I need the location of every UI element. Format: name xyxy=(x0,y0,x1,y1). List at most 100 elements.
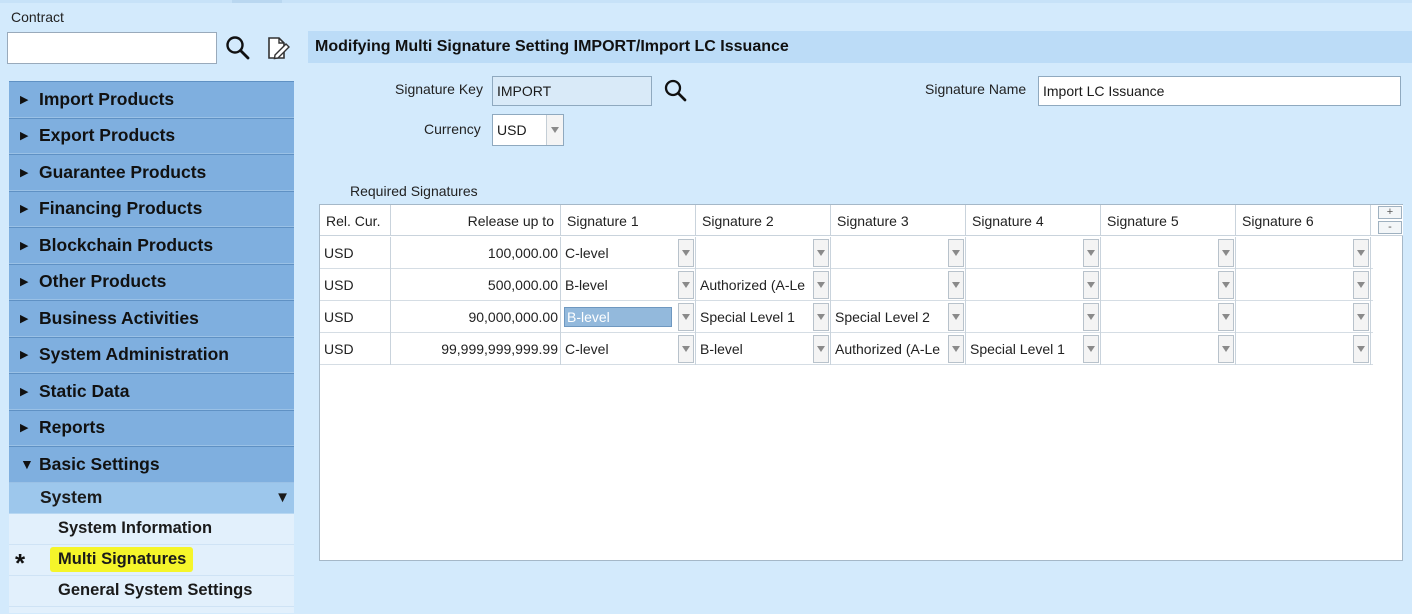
dropdown-arrow-icon[interactable] xyxy=(1083,303,1099,331)
dropdown-arrow-icon[interactable] xyxy=(813,239,829,267)
contract-search-button[interactable] xyxy=(223,33,253,63)
dropdown-arrow-icon[interactable] xyxy=(1218,271,1234,299)
nav-leaf-label: General System Settings xyxy=(58,581,253,599)
nav-item-basic-settings[interactable]: ▼ Basic Settings xyxy=(9,446,294,483)
signature-value: Special Level 2 xyxy=(835,309,930,325)
signature-cell[interactable] xyxy=(1236,301,1371,333)
nav-item-financing-products[interactable]: ▶ Financing Products xyxy=(9,190,294,227)
release-up-to-cell[interactable]: 99,999,999,999.99 xyxy=(391,333,561,365)
dropdown-arrow-icon[interactable] xyxy=(948,239,964,267)
nav-leaf-multi-signatures[interactable]: * Multi Signatures xyxy=(9,544,294,578)
dropdown-arrow-icon[interactable] xyxy=(1353,303,1369,331)
signature-name-field[interactable]: Import LC Issuance xyxy=(1038,76,1401,106)
contract-label: Contract xyxy=(11,9,64,25)
rel-cur-cell[interactable]: USD xyxy=(320,237,391,269)
rel-cur-cell[interactable]: USD xyxy=(320,333,391,365)
signature-value: Authorized (A-Le xyxy=(835,341,941,357)
signature-cell[interactable] xyxy=(1101,301,1236,333)
caret-right-icon: ▶ xyxy=(20,276,29,289)
dropdown-arrow-icon[interactable] xyxy=(1083,271,1099,299)
signature-key-field[interactable]: IMPORT xyxy=(492,76,652,106)
nav-leaf-system-information[interactable]: System Information xyxy=(9,513,294,545)
dropdown-arrow-icon[interactable] xyxy=(546,115,563,145)
header-signature-2[interactable]: Signature 2 xyxy=(696,205,831,236)
grid-header-row: Rel. Cur. Release up to Signature 1 Sign… xyxy=(320,205,1403,236)
dropdown-arrow-icon[interactable] xyxy=(813,303,829,331)
release-up-to-cell[interactable]: 100,000.00 xyxy=(391,237,561,269)
signature-cell[interactable]: B-level xyxy=(696,333,831,365)
caret-right-icon: ▶ xyxy=(20,422,29,435)
nav-label: Guarantee Products xyxy=(39,161,207,182)
nav-sub-system[interactable]: System ▼ xyxy=(9,482,294,514)
rel-cur-cell[interactable]: USD xyxy=(320,269,391,301)
dropdown-arrow-icon[interactable] xyxy=(948,303,964,331)
add-row-button[interactable]: + xyxy=(1378,206,1402,219)
signature-cell[interactable] xyxy=(1101,333,1236,365)
nav-item-reports[interactable]: ▶ Reports xyxy=(9,409,294,446)
header-rel-cur[interactable]: Rel. Cur. xyxy=(320,205,391,236)
signature-cell[interactable]: Special Level 1 xyxy=(966,333,1101,365)
signature-cell[interactable] xyxy=(966,269,1101,301)
signature-cell[interactable]: C-level xyxy=(561,333,696,365)
signature-cell[interactable]: B-level xyxy=(561,269,696,301)
dropdown-arrow-icon[interactable] xyxy=(948,335,964,363)
nav-item-export-products[interactable]: ▶ Export Products xyxy=(9,117,294,154)
nav-label: Blockchain Products xyxy=(39,234,214,255)
signature-value-selected[interactable]: B-level xyxy=(564,307,672,327)
release-up-to-cell[interactable]: 500,000.00 xyxy=(391,269,561,301)
release-up-to-cell[interactable]: 90,000,000.00 xyxy=(391,301,561,333)
dropdown-arrow-icon[interactable] xyxy=(1353,239,1369,267)
dropdown-arrow-icon[interactable] xyxy=(1083,239,1099,267)
dropdown-arrow-icon[interactable] xyxy=(813,335,829,363)
signature-cell[interactable] xyxy=(966,301,1101,333)
header-release-up-to[interactable]: Release up to xyxy=(391,205,561,236)
dropdown-arrow-icon[interactable] xyxy=(1353,271,1369,299)
signature-cell[interactable] xyxy=(1101,269,1236,301)
nav-leaf-general-system-settings[interactable]: General System Settings xyxy=(9,575,294,607)
signature-cell[interactable] xyxy=(1236,269,1371,301)
dropdown-arrow-icon[interactable] xyxy=(1083,335,1099,363)
dropdown-arrow-icon[interactable] xyxy=(1218,303,1234,331)
nav-item-import-products[interactable]: ▶ Import Products xyxy=(9,81,294,118)
header-signature-3[interactable]: Signature 3 xyxy=(831,205,966,236)
nav-item-other-products[interactable]: ▶ Other Products xyxy=(9,263,294,300)
currency-select[interactable]: USD xyxy=(492,114,564,146)
signature-cell[interactable]: Special Level 1 xyxy=(696,301,831,333)
nav-item-system-administration[interactable]: ▶ System Administration xyxy=(9,336,294,373)
dropdown-arrow-icon[interactable] xyxy=(678,335,694,363)
dropdown-arrow-icon[interactable] xyxy=(948,271,964,299)
contract-edit-button[interactable] xyxy=(265,34,291,62)
signature-cell[interactable] xyxy=(966,237,1101,269)
header-signature-1[interactable]: Signature 1 xyxy=(561,205,696,236)
remove-row-button[interactable]: - xyxy=(1378,221,1402,234)
dropdown-arrow-icon[interactable] xyxy=(1218,239,1234,267)
signature-cell[interactable] xyxy=(831,237,966,269)
signature-cell[interactable] xyxy=(831,269,966,301)
dropdown-arrow-icon[interactable] xyxy=(678,239,694,267)
signature-cell[interactable] xyxy=(696,237,831,269)
nav-item-blockchain-products[interactable]: ▶ Blockchain Products xyxy=(9,227,294,264)
signature-cell-editing[interactable]: B-level xyxy=(561,301,696,333)
dropdown-arrow-icon[interactable] xyxy=(678,271,694,299)
header-signature-5[interactable]: Signature 5 xyxy=(1101,205,1236,236)
signature-cell[interactable]: Authorized (A-Le xyxy=(696,269,831,301)
signature-cell[interactable]: Special Level 2 xyxy=(831,301,966,333)
signature-cell[interactable]: Authorized (A-Le xyxy=(831,333,966,365)
nav-item-static-data[interactable]: ▶ Static Data xyxy=(9,373,294,410)
signature-key-search-button[interactable] xyxy=(662,76,690,106)
header-signature-4[interactable]: Signature 4 xyxy=(966,205,1101,236)
caret-right-icon: ▶ xyxy=(20,385,29,398)
signature-cell[interactable] xyxy=(1101,237,1236,269)
dropdown-arrow-icon[interactable] xyxy=(678,303,694,331)
signature-cell[interactable] xyxy=(1236,237,1371,269)
contract-input[interactable] xyxy=(7,32,217,64)
dropdown-arrow-icon[interactable] xyxy=(813,271,829,299)
nav-item-guarantee-products[interactable]: ▶ Guarantee Products xyxy=(9,154,294,191)
nav-item-business-activities[interactable]: ▶ Business Activities xyxy=(9,300,294,337)
signature-cell[interactable] xyxy=(1236,333,1371,365)
dropdown-arrow-icon[interactable] xyxy=(1353,335,1369,363)
signature-cell[interactable]: C-level xyxy=(561,237,696,269)
header-signature-6[interactable]: Signature 6 xyxy=(1236,205,1371,236)
rel-cur-cell[interactable]: USD xyxy=(320,301,391,333)
dropdown-arrow-icon[interactable] xyxy=(1218,335,1234,363)
